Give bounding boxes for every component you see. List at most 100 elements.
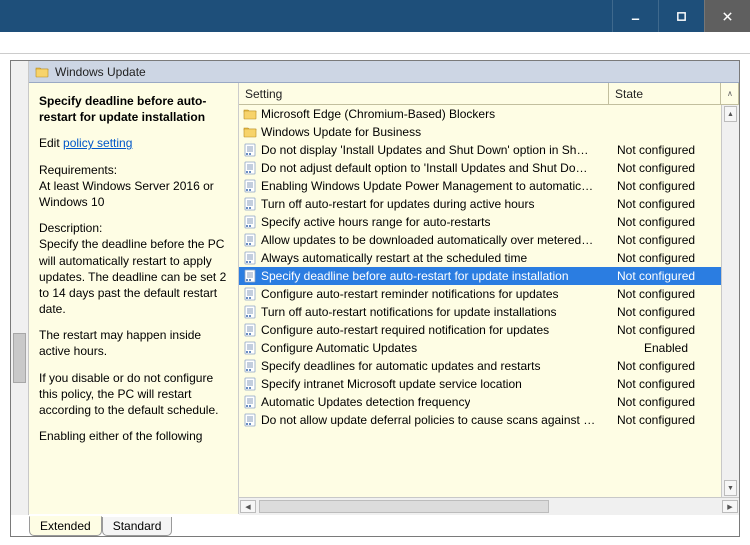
- scroll-left-button[interactable]: ◀: [240, 500, 256, 513]
- hscroll-thumb[interactable]: [259, 500, 549, 513]
- setting-row[interactable]: Configure auto-restart reminder notifica…: [239, 285, 721, 303]
- settings-rows: Microsoft Edge (Chromium-Based) Blockers…: [239, 105, 721, 497]
- description-text: Specify the deadline before the PC will …: [39, 237, 226, 316]
- setting-icon: [243, 251, 257, 265]
- setting-icon: [243, 341, 257, 355]
- category-header: Windows Update: [29, 61, 739, 83]
- description-label: Description:: [39, 221, 102, 235]
- setting-label: Configure Automatic Updates: [261, 341, 417, 355]
- folder-icon: [243, 125, 257, 139]
- setting-row[interactable]: Do not adjust default option to 'Install…: [239, 159, 721, 177]
- edit-prefix: Edit: [39, 136, 63, 150]
- setting-label: Turn off auto-restart for updates during…: [261, 197, 534, 211]
- edit-policy-link[interactable]: policy setting: [63, 136, 132, 150]
- setting-label: Do not adjust default option to 'Install…: [261, 161, 588, 175]
- setting-icon: [243, 287, 257, 301]
- setting-row[interactable]: Do not allow update deferral policies to…: [239, 411, 721, 429]
- tab-strip: Extended Standard: [11, 514, 739, 536]
- setting-label: Allow updates to be downloaded automatic…: [261, 233, 593, 247]
- setting-icon: [243, 305, 257, 319]
- column-state[interactable]: State: [609, 83, 721, 104]
- setting-label: Specify active hours range for auto-rest…: [261, 215, 490, 229]
- list-vertical-scrollbar[interactable]: ▲ ▼: [721, 105, 739, 497]
- menu-bar: [0, 32, 750, 54]
- column-scroll-gap: ∧: [721, 83, 739, 104]
- setting-icon: [243, 269, 257, 283]
- setting-row[interactable]: Do not display 'Install Updates and Shut…: [239, 141, 721, 159]
- setting-label: Configure auto-restart reminder notifica…: [261, 287, 559, 301]
- scroll-up-button[interactable]: ▲: [724, 106, 737, 122]
- requirements-text: At least Windows Server 2016 or Windows …: [39, 179, 214, 209]
- setting-label: Turn off auto-restart notifications for …: [261, 305, 557, 319]
- setting-state: Not configured: [611, 413, 721, 427]
- setting-icon: [243, 179, 257, 193]
- folder-icon: [243, 107, 257, 121]
- setting-state: Not configured: [611, 233, 721, 247]
- setting-icon: [243, 323, 257, 337]
- setting-label: Always automatically restart at the sche…: [261, 251, 527, 265]
- setting-row[interactable]: Enabling Windows Update Power Management…: [239, 177, 721, 195]
- folder-row[interactable]: Microsoft Edge (Chromium-Based) Blockers: [239, 105, 721, 123]
- setting-label: Enabling Windows Update Power Management…: [261, 179, 593, 193]
- setting-row[interactable]: Turn off auto-restart notifications for …: [239, 303, 721, 321]
- setting-icon: [243, 215, 257, 229]
- setting-state: Not configured: [611, 287, 721, 301]
- setting-state: Not configured: [611, 251, 721, 265]
- setting-row[interactable]: Automatic Updates detection frequency Not…: [239, 393, 721, 411]
- setting-state: Not configured: [611, 395, 721, 409]
- setting-state: Not configured: [611, 377, 721, 391]
- description-p2: The restart may happen inside active hou…: [39, 327, 230, 359]
- setting-row[interactable]: Turn off auto-restart for updates during…: [239, 195, 721, 213]
- minimize-button[interactable]: [612, 0, 658, 32]
- column-setting[interactable]: Setting: [239, 83, 609, 104]
- tab-standard[interactable]: Standard: [102, 517, 173, 536]
- setting-icon: [243, 359, 257, 373]
- left-scroll-thumb[interactable]: [13, 333, 26, 383]
- folder-row[interactable]: Windows Update for Business: [239, 123, 721, 141]
- setting-icon: [243, 233, 257, 247]
- setting-icon: [243, 161, 257, 175]
- policy-list-frame: Windows Update Specify deadline before a…: [10, 60, 740, 537]
- setting-state: Not configured: [611, 359, 721, 373]
- scroll-down-button[interactable]: ▼: [724, 480, 737, 496]
- tab-extended[interactable]: Extended: [29, 516, 102, 536]
- setting-icon: [243, 143, 257, 157]
- setting-label: Do not allow update deferral policies to…: [261, 413, 595, 427]
- setting-label: Windows Update for Business: [261, 125, 421, 139]
- setting-row[interactable]: Specify deadlines for automatic updates …: [239, 357, 721, 375]
- setting-row[interactable]: Specify intranet Microsoft update servic…: [239, 375, 721, 393]
- maximize-button[interactable]: [658, 0, 704, 32]
- setting-row[interactable]: Configure auto-restart required notifica…: [239, 321, 721, 339]
- setting-label: Configure auto-restart required notifica…: [261, 323, 549, 337]
- left-tree-scrollbar[interactable]: [11, 61, 29, 515]
- description-pane: Specify deadline before auto-restart for…: [29, 83, 239, 515]
- setting-label: Automatic Updates detection frequency: [261, 395, 470, 409]
- setting-state: Enabled: [611, 341, 721, 355]
- folder-icon: [35, 65, 49, 79]
- setting-row[interactable]: Configure Automatic Updates Enabled: [239, 339, 721, 357]
- scroll-right-button[interactable]: ▶: [722, 500, 738, 513]
- description-p4: Enabling either of the following: [39, 428, 230, 444]
- setting-icon: [243, 377, 257, 391]
- setting-state: Not configured: [611, 215, 721, 229]
- column-header: Setting State ∧: [239, 83, 739, 105]
- setting-label: Specify deadlines for automatic updates …: [261, 359, 541, 373]
- setting-row[interactable]: Specify active hours range for auto-rest…: [239, 213, 721, 231]
- settings-list-pane: Setting State ∧ Microsoft Edge (Chromium…: [239, 83, 739, 515]
- close-button[interactable]: [704, 0, 750, 32]
- setting-icon: [243, 413, 257, 427]
- title-bar: [0, 0, 750, 32]
- setting-row[interactable]: Specify deadline before auto-restart for…: [239, 267, 721, 285]
- setting-row[interactable]: Always automatically restart at the sche…: [239, 249, 721, 267]
- setting-row[interactable]: Allow updates to be downloaded automatic…: [239, 231, 721, 249]
- requirements-label: Requirements:: [39, 163, 117, 177]
- setting-state: Not configured: [611, 323, 721, 337]
- setting-label: Microsoft Edge (Chromium-Based) Blockers: [261, 107, 495, 121]
- setting-state: Not configured: [611, 269, 721, 283]
- setting-icon: [243, 395, 257, 409]
- setting-state: Not configured: [611, 305, 721, 319]
- list-horizontal-scrollbar[interactable]: ◀ ▶: [239, 497, 739, 515]
- setting-label: Do not display 'Install Updates and Shut…: [261, 143, 588, 157]
- setting-state: Not configured: [611, 143, 721, 157]
- setting-label: Specify intranet Microsoft update servic…: [261, 377, 522, 391]
